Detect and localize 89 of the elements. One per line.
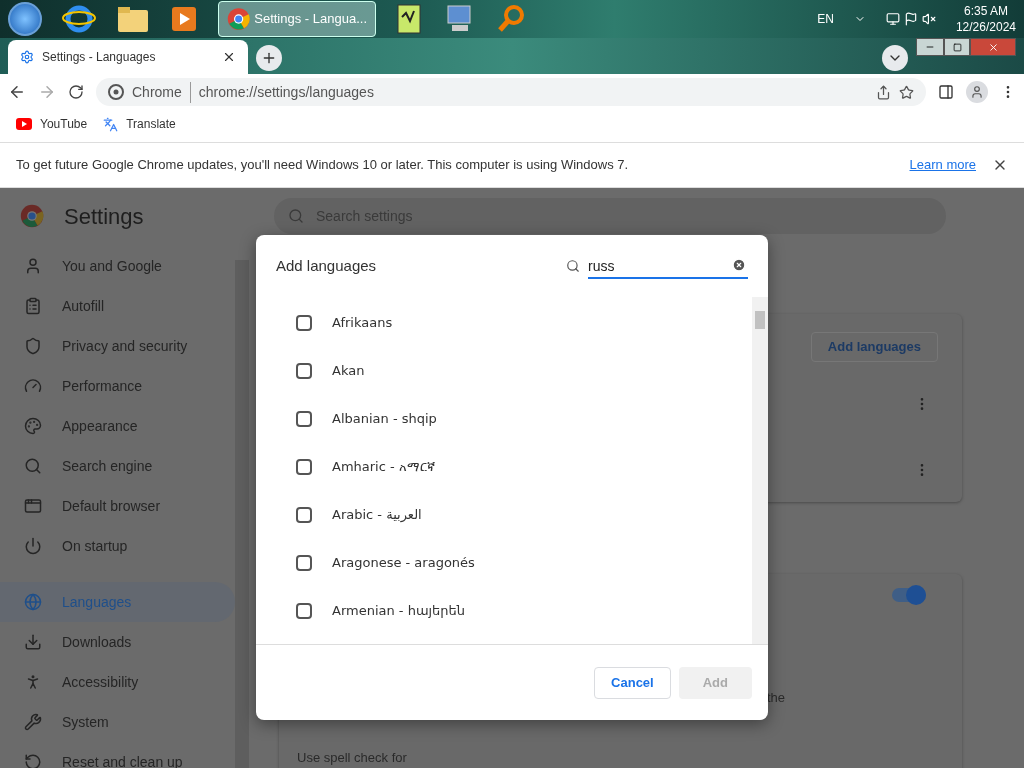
- toggle-switch[interactable]: [892, 588, 926, 602]
- globe-icon: [24, 593, 42, 611]
- url-text: chrome://settings/languages: [198, 82, 375, 102]
- reset-icon: [24, 753, 42, 768]
- shield-icon: [24, 337, 42, 355]
- sidebar-item[interactable]: Default browser: [0, 486, 235, 526]
- infobar-message: To get future Google Chrome updates, you'll need Windows 10 or later. This computer is using Windows 7.: [16, 156, 630, 175]
- sidebar-item[interactable]: Autofill: [0, 286, 235, 326]
- bookmark-star-icon[interactable]: [899, 84, 914, 100]
- notepad-icon[interactable]: [396, 3, 424, 35]
- tab-title: Settings - Languages: [42, 49, 157, 66]
- checkbox[interactable]: [296, 603, 312, 619]
- share-icon[interactable]: [876, 84, 891, 100]
- media-player-icon[interactable]: [170, 5, 198, 33]
- taskbar-app-button[interactable]: Settings - Langua...: [218, 1, 376, 37]
- sidebar-item[interactable]: Privacy and security: [0, 326, 235, 366]
- language-option[interactable]: Amharic - አማርኛ: [256, 443, 752, 491]
- translate-icon: [103, 116, 119, 132]
- browser-tab[interactable]: Settings - Languages: [8, 40, 248, 74]
- cancel-button[interactable]: Cancel: [594, 666, 671, 699]
- sidebar-item[interactable]: Accessibility: [0, 662, 235, 702]
- sidebar-item[interactable]: Downloads: [0, 622, 235, 662]
- sidebar-item[interactable]: System: [0, 702, 235, 742]
- checkbox[interactable]: [296, 315, 312, 331]
- language-indicator[interactable]: EN: [817, 10, 834, 28]
- search-icon: [24, 457, 42, 475]
- clock-time: 6:35 AM: [963, 3, 1008, 19]
- search-icon: [288, 208, 304, 224]
- settings-title: Settings: [64, 202, 145, 231]
- setting-description: the: [767, 689, 786, 707]
- back-icon[interactable]: [8, 83, 26, 101]
- tab-search-button[interactable]: [882, 45, 908, 71]
- taskbar-app-label: Settings - Langua...: [254, 10, 367, 29]
- sidebar-item[interactable]: You and Google: [0, 246, 235, 286]
- bookmark-link[interactable]: YouTube: [16, 115, 88, 133]
- clipboard-icon: [24, 297, 42, 315]
- reload-icon[interactable]: [68, 84, 84, 100]
- language-option[interactable]: Arabic - العربية: [256, 491, 752, 539]
- chrome-icon: [108, 84, 124, 100]
- language-option[interactable]: Albanian - shqip: [256, 395, 752, 443]
- muted-speaker-icon[interactable]: [921, 12, 936, 26]
- language-option[interactable]: Aragonese - aragonés: [256, 539, 752, 587]
- checkbox[interactable]: [296, 411, 312, 427]
- learn-more-link[interactable]: Learn more: [909, 155, 976, 175]
- address-bar[interactable]: Chrome chrome://settings/languages: [96, 78, 926, 106]
- checkbox[interactable]: [296, 507, 312, 523]
- site-chip: Chrome: [132, 81, 191, 103]
- chrome-logo-icon: [20, 204, 44, 228]
- person-icon: [24, 257, 42, 275]
- browser-icon: [24, 497, 42, 515]
- close-icon[interactable]: [222, 50, 236, 64]
- clock[interactable]: 6:35 AM 12/26/2024: [955, 3, 1016, 35]
- sidebar-item[interactable]: Search engine: [0, 446, 235, 486]
- checkbox[interactable]: [296, 459, 312, 475]
- maximize-button[interactable]: [944, 38, 970, 56]
- flag-icon[interactable]: [903, 12, 918, 26]
- gauge-icon: [24, 377, 42, 395]
- side-panel-icon[interactable]: [938, 84, 954, 100]
- language-option[interactable]: Akan: [256, 347, 752, 395]
- checkbox[interactable]: [296, 363, 312, 379]
- bookmark-link[interactable]: Translate: [103, 115, 176, 133]
- wrench-icon: [24, 713, 42, 731]
- maximize-icon: [952, 42, 962, 52]
- minimize-button[interactable]: [916, 38, 944, 56]
- settings-icon: [20, 50, 34, 64]
- checkbox[interactable]: [296, 555, 312, 571]
- clock-date: 12/26/2024: [955, 19, 1016, 35]
- profile-avatar[interactable]: [966, 81, 988, 103]
- palette-icon: [24, 417, 42, 435]
- spell-check-label: Use spell check for: [297, 748, 408, 767]
- new-tab-button[interactable]: [256, 45, 282, 71]
- sidebar-item[interactable]: Appearance: [0, 406, 235, 446]
- sidebar-item[interactable]: Performance: [0, 366, 235, 406]
- network-icon[interactable]: [885, 12, 900, 26]
- search-icon: [566, 259, 580, 273]
- plus-icon: [261, 50, 277, 66]
- language-option[interactable]: Afrikaans: [256, 299, 752, 347]
- close-icon: [987, 41, 999, 53]
- start-button[interactable]: [8, 2, 42, 36]
- sidebar-item[interactable]: On startup: [0, 526, 235, 566]
- power-icon: [24, 537, 42, 555]
- folder-icon[interactable]: [116, 4, 150, 34]
- dialog-title: Add languages: [276, 255, 378, 276]
- scrollbar[interactable]: [752, 297, 768, 644]
- download-icon: [24, 633, 42, 651]
- scrollbar[interactable]: [235, 260, 249, 768]
- language-option[interactable]: Armenian - հայերեն: [256, 587, 752, 635]
- play-badge-icon: [16, 118, 32, 130]
- clear-icon[interactable]: [732, 257, 746, 272]
